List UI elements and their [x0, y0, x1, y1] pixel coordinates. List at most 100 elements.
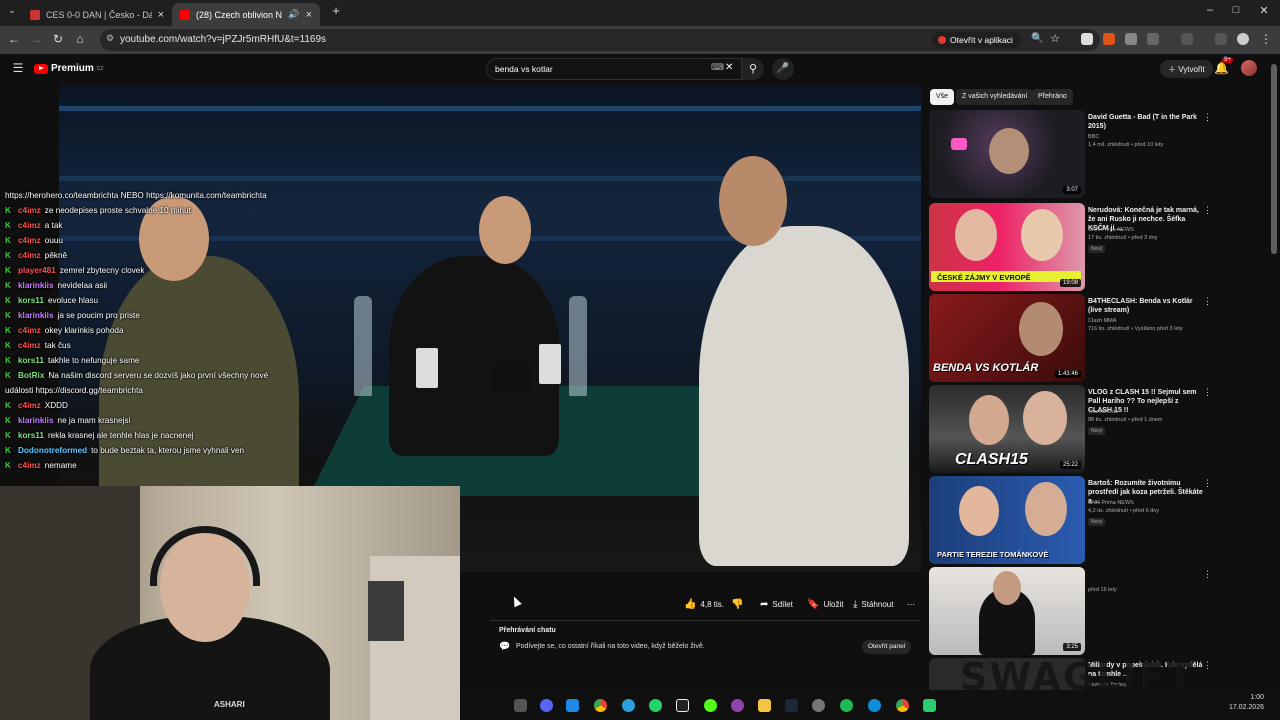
discord-icon[interactable]	[540, 699, 553, 712]
more-actions-button[interactable]: ⋯	[907, 594, 915, 614]
kick-icon: K	[5, 296, 11, 305]
more-options-icon[interactable]: ⋮	[1203, 569, 1212, 580]
extensions-puzzle-icon[interactable]	[1147, 33, 1159, 45]
more-options-icon[interactable]: ⋮	[1203, 112, 1212, 123]
close-window-button[interactable]: ✕	[1250, 4, 1278, 17]
channel-name[interactable]: Clash MMA	[1088, 318, 1116, 324]
app-icon[interactable]	[731, 699, 744, 712]
notifications-badge: 9+	[1222, 57, 1233, 63]
close-tab-icon[interactable]: ×	[158, 9, 164, 21]
whatsapp-icon[interactable]	[649, 699, 662, 712]
recommendation-item[interactable]: CLASH15 25:22 VLOG z CLASH 15 !! Sejmul …	[929, 385, 1269, 473]
scrollbar[interactable]	[1271, 64, 1277, 254]
chrome-icon[interactable]	[594, 699, 607, 712]
steam-icon[interactable]	[785, 699, 798, 712]
youtube-logo[interactable]: Premium CZ	[34, 63, 103, 74]
kick-icon[interactable]	[704, 699, 717, 712]
dislike-button[interactable]: 👎	[731, 594, 743, 614]
edge-icon[interactable]	[868, 699, 881, 712]
clear-search-icon[interactable]: ✕	[725, 62, 733, 73]
channel-name[interactable]: Teambrichta	[1088, 409, 1118, 415]
reload-icon[interactable]: ↻	[50, 32, 66, 46]
open-in-app-button[interactable]: Otevřít v aplikaci	[932, 32, 1021, 48]
channel-name[interactable]: CNN Prima NEWS	[1088, 500, 1134, 506]
recommendation-item[interactable]: 3:07 David Guetta - Bad (T in the Park 2…	[929, 110, 1269, 198]
chat-text: Na našim discord serveru se dozvíš jako …	[48, 371, 269, 380]
video-thumbnail[interactable]: PARTIE TEREZIE TOMÁNKOVÉ	[929, 476, 1085, 564]
forward-icon[interactable]: →	[28, 32, 44, 46]
settings-icon[interactable]	[812, 699, 825, 712]
recommendation-title[interactable]: David Guetta - Bad (T in the Park 2015)	[1088, 113, 1204, 131]
channel-name[interactable]: BBC	[1088, 134, 1099, 140]
extension-icon[interactable]	[1103, 33, 1115, 45]
like-button[interactable]: 👍 4,8 tis.	[684, 594, 724, 614]
spotify-icon[interactable]	[840, 699, 853, 712]
download-button[interactable]: ⤓ Stáhnout	[853, 594, 893, 614]
capcut-icon[interactable]	[676, 699, 689, 712]
channel-name[interactable]: CNN Prima NEWS	[1088, 227, 1134, 233]
kick-icon: K	[5, 461, 11, 470]
browser-menu-icon[interactable]: ⋮	[1258, 32, 1274, 46]
save-button[interactable]: 🔖 Uložit	[807, 594, 843, 614]
back-icon[interactable]: ←	[6, 32, 22, 46]
chat-message: Kplayer481 zemrel zbytecny clovek	[0, 263, 290, 278]
telegram-icon[interactable]	[622, 699, 635, 712]
system-clock[interactable]: 1:00 17.02.2026	[1212, 693, 1264, 713]
profile-avatar-icon[interactable]	[1237, 33, 1249, 45]
video-thumbnail[interactable]: BENDA VS KOTLÁR 1:43:46	[929, 294, 1085, 382]
maximize-button[interactable]: □	[1222, 4, 1250, 16]
extension-icon[interactable]	[1125, 33, 1137, 45]
browser-tab-2[interactable]: (28) Czech oblivion NPC - C 🔊 ×	[172, 3, 320, 26]
chat-text: ouuu	[44, 236, 63, 245]
hamburger-menu-icon[interactable]: ☰	[10, 61, 26, 75]
chip-from-searches[interactable]: Z vašich vyhledávání	[956, 89, 1034, 105]
recommendation-item[interactable]: BENDA VS KOTLÁR 1:43:46 B4THECLASH: Bend…	[929, 294, 1269, 382]
more-options-icon[interactable]: ⋮	[1203, 205, 1212, 216]
more-options-icon[interactable]: ⋮	[1203, 478, 1212, 489]
notifications-bell-icon[interactable]: 🔔	[1214, 61, 1229, 75]
recommendation-title[interactable]: B4THECLASH: Benda vs Kotlár (live stream…	[1088, 297, 1204, 315]
minimize-button[interactable]: –	[1196, 4, 1224, 16]
video-thumbnail[interactable]: ČESKÉ ZÁJMY V EVROPĚ 19:08	[929, 203, 1085, 291]
more-options-icon[interactable]: ⋮	[1203, 387, 1212, 398]
extension-icon[interactable]	[1081, 33, 1093, 45]
sidebar-icon[interactable]	[1181, 33, 1193, 45]
account-avatar[interactable]	[1241, 60, 1257, 76]
app-icon[interactable]	[566, 699, 579, 712]
speaker-icon[interactable]: 🔊	[288, 9, 299, 20]
zoom-icon[interactable]: 🔍	[1031, 33, 1043, 44]
more-options-icon[interactable]: ⋮	[1203, 660, 1212, 671]
search-input[interactable]: benda vs kotlar ⌨ ✕	[486, 58, 742, 80]
media-controls-icon[interactable]	[1215, 33, 1227, 45]
video-thumbnail[interactable]: 3:25	[929, 567, 1085, 655]
recommendation-item[interactable]: 3:25 před 16 lety ⋮	[929, 567, 1269, 655]
open-panel-button[interactable]: Otevřít panel	[862, 640, 912, 654]
more-options-icon[interactable]: ⋮	[1203, 296, 1212, 307]
file-explorer-icon[interactable]	[758, 699, 771, 712]
create-button[interactable]: ＋ Vytvořit	[1160, 60, 1213, 78]
tab-search-icon[interactable]: ⌄	[4, 5, 20, 16]
share-button[interactable]: ➦ Sdílet	[760, 594, 793, 614]
site-info-icon[interactable]: ⚙	[106, 33, 114, 44]
chat-text: https://herohero.co/teambrichta NEBO htt…	[5, 191, 267, 200]
search-button[interactable]: ⚲	[742, 58, 764, 80]
chip-all[interactable]: Vše	[930, 89, 955, 105]
address-bar[interactable]: ⚙ youtube.com/watch?v=jPZJr5mRHfU&t=1169…	[100, 29, 1100, 51]
video-thumbnail[interactable]: CLASH15 25:22	[929, 385, 1085, 473]
recommendation-item[interactable]: ČESKÉ ZÁJMY V EVROPĚ 19:08 Nerudová: Kon…	[929, 203, 1269, 291]
chip-watched[interactable]: Přehráno	[1032, 89, 1073, 105]
close-tab-icon[interactable]: ×	[306, 9, 312, 21]
browser-tab-1[interactable]: CES 0-0 DAN | Česko - Dánsko ×	[22, 3, 172, 26]
voice-search-button[interactable]: 🎤	[772, 58, 794, 80]
task-view-icon[interactable]	[514, 699, 527, 712]
video-thumbnail[interactable]: 3:07	[929, 110, 1085, 198]
home-icon[interactable]: ⌂	[72, 32, 88, 46]
app-icon[interactable]	[923, 699, 936, 712]
keyboard-icon[interactable]: ⌨	[711, 62, 724, 73]
bookmark-star-icon[interactable]: ☆	[1050, 32, 1060, 45]
chrome-icon[interactable]	[896, 699, 909, 712]
chat-text: nemame	[44, 461, 77, 470]
recommendation-item[interactable]: PARTIE TEREZIE TOMÁNKOVÉ Bartoš: Rozumít…	[929, 476, 1269, 564]
chat-replay-panel: Přehrávání chatu 💬 Podívejte se, co osta…	[490, 620, 920, 658]
new-tab-button[interactable]: +	[322, 3, 350, 18]
